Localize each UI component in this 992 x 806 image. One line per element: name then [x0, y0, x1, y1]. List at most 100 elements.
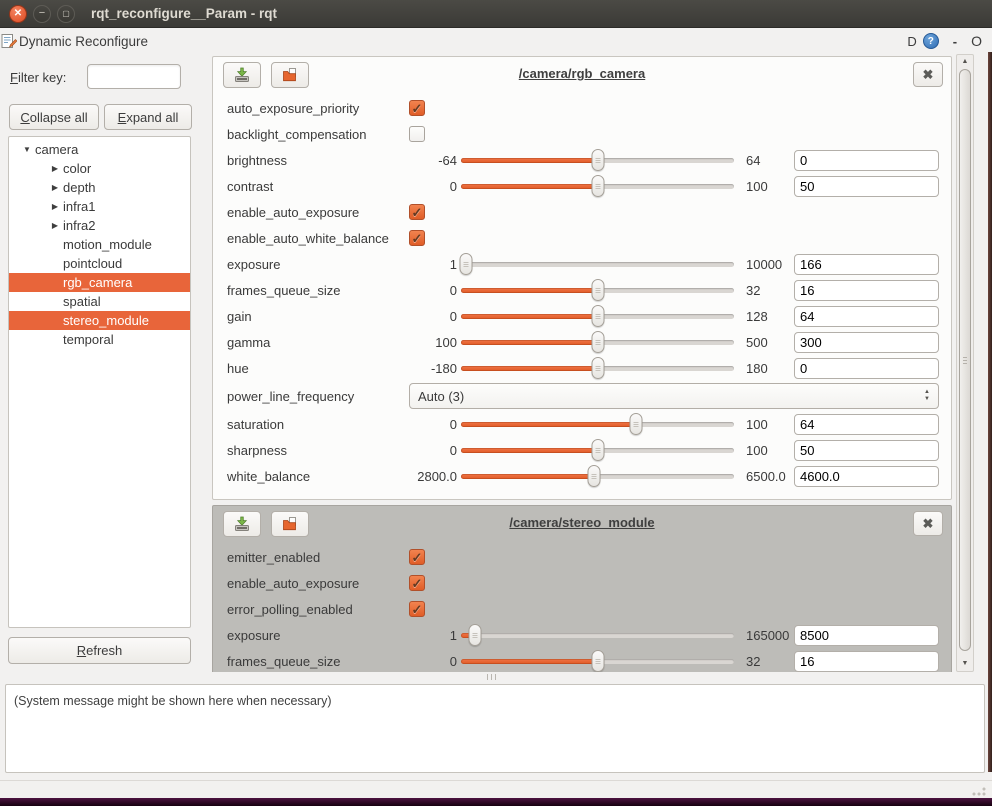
param-checkbox-enable_auto_exposure[interactable]: ✓ [409, 575, 425, 591]
slider-handle[interactable] [459, 253, 472, 275]
system-message-box[interactable]: (System message might be shown here when… [5, 684, 985, 773]
panel-close-button[interactable]: ✖ [913, 62, 943, 87]
param-slider-hue[interactable] [461, 357, 734, 379]
param-input-contrast[interactable] [794, 176, 939, 197]
tree-item-infra2[interactable]: ▶infra2 [9, 216, 190, 235]
param-slider-sharpness[interactable] [461, 439, 734, 461]
tree-collapsed-icon[interactable]: ▶ [47, 164, 63, 173]
param-checkbox-auto_exposure_priority[interactable]: ✓ [409, 100, 425, 116]
tree-collapsed-icon[interactable]: ▶ [47, 221, 63, 230]
refresh-button[interactable]: Refresh [8, 637, 191, 664]
tree-collapsed-icon[interactable]: ▶ [47, 202, 63, 211]
param-slider-white_balance[interactable] [461, 465, 734, 487]
slider-handle[interactable] [591, 175, 604, 197]
param-slider-saturation[interactable] [461, 413, 734, 435]
collapse-all-button[interactable]: Collapse all [9, 104, 99, 130]
tree-item-temporal[interactable]: temporal [9, 330, 190, 349]
vertical-scrollbar[interactable]: ▲ ▼ [956, 54, 974, 672]
slider-handle[interactable] [469, 624, 482, 646]
slider-track[interactable] [461, 633, 734, 638]
param-checkbox-backlight_compensation[interactable] [409, 126, 425, 142]
close-icon: ✖ [923, 516, 934, 532]
window-minimize-button[interactable]: − [33, 5, 51, 23]
spinner-down-icon: ▼ [924, 396, 930, 403]
param-checkbox-enable_auto_exposure[interactable]: ✓ [409, 204, 425, 220]
param-input-sharpness[interactable] [794, 440, 939, 461]
dock-button[interactable]: D [907, 34, 916, 49]
tree-item-rgb_camera[interactable]: rgb_camera [9, 273, 190, 292]
plugin-titlebar: Dynamic Reconfigure D ? - O [0, 28, 992, 54]
param-label: enable_auto_white_balance [227, 231, 409, 246]
slider-handle[interactable] [591, 650, 604, 672]
plugin-float-button[interactable]: O [971, 33, 982, 49]
slider-fill [461, 340, 598, 345]
slider-track[interactable] [461, 262, 734, 267]
tree-item-pointcloud[interactable]: pointcloud [9, 254, 190, 273]
window-title: rqt_reconfigure__Param - rqt [91, 6, 277, 21]
param-slider-frames_queue_size[interactable] [461, 650, 734, 672]
param-row-auto_exposure_priority: auto_exposure_priority✓ [213, 95, 951, 121]
param-row-enable_auto_exposure: enable_auto_exposure✓ [213, 199, 951, 225]
tree-item-label: pointcloud [63, 256, 122, 271]
slider-handle[interactable] [591, 279, 604, 301]
slider-handle[interactable] [629, 413, 642, 435]
scrollbar-up-icon[interactable]: ▲ [957, 58, 973, 65]
window-close-button[interactable]: ✕ [9, 5, 27, 23]
tree-item-stereo_module[interactable]: stereo_module [9, 311, 190, 330]
param-input-frames_queue_size[interactable] [794, 651, 939, 672]
param-input-saturation[interactable] [794, 414, 939, 435]
param-input-gamma[interactable] [794, 332, 939, 353]
param-slider-brightness[interactable] [461, 149, 734, 171]
parameter-viewport: /camera/rgb_camera✖auto_exposure_priorit… [210, 54, 954, 672]
param-input-exposure[interactable] [794, 625, 939, 646]
param-row-power_line_frequency: power_line_frequencyAuto (3)▲▼ [213, 381, 951, 411]
scrollbar-down-icon[interactable]: ▼ [957, 660, 973, 667]
slider-handle[interactable] [591, 149, 604, 171]
slider-handle[interactable] [587, 465, 600, 487]
param-checkbox-enable_auto_white_balance[interactable]: ✓ [409, 230, 425, 246]
tree-collapsed-icon[interactable]: ▶ [47, 183, 63, 192]
plugin-minimize-button[interactable]: - [953, 34, 957, 49]
param-input-frames_queue_size[interactable] [794, 280, 939, 301]
tree-item-label: camera [35, 142, 78, 157]
scrollbar-thumb[interactable] [959, 69, 971, 651]
param-input-white_balance[interactable] [794, 466, 939, 487]
slider-handle[interactable] [591, 357, 604, 379]
param-row-emitter_enabled: emitter_enabled✓ [213, 544, 951, 570]
param-input-gain[interactable] [794, 306, 939, 327]
param-slider-contrast[interactable] [461, 175, 734, 197]
tree-item-spatial[interactable]: spatial [9, 292, 190, 311]
splitter-handle[interactable] [0, 672, 992, 682]
param-slider-gain[interactable] [461, 305, 734, 327]
param-input-exposure[interactable] [794, 254, 939, 275]
resize-grip[interactable] [972, 784, 986, 796]
param-slider-gamma[interactable] [461, 331, 734, 353]
panel-close-button[interactable]: ✖ [913, 511, 943, 536]
param-row-enable_auto_exposure: enable_auto_exposure✓ [213, 570, 951, 596]
slider-handle[interactable] [591, 305, 604, 327]
param-label: backlight_compensation [227, 127, 409, 142]
param-checkbox-emitter_enabled[interactable]: ✓ [409, 549, 425, 565]
filter-key-input[interactable] [87, 64, 181, 89]
tree-item-motion_module[interactable]: motion_module [9, 235, 190, 254]
param-input-brightness[interactable] [794, 150, 939, 171]
slider-handle[interactable] [591, 331, 604, 353]
param-slider-exposure[interactable] [461, 253, 734, 275]
tree-item-infra1[interactable]: ▶infra1 [9, 197, 190, 216]
tree-item-color[interactable]: ▶color [9, 159, 190, 178]
param-slider-frames_queue_size[interactable] [461, 279, 734, 301]
param-checkbox-error_polling_enabled[interactable]: ✓ [409, 601, 425, 617]
param-slider-exposure[interactable] [461, 624, 734, 646]
param-row-gain: gain0128 [213, 303, 951, 329]
tree-item-depth[interactable]: ▶depth [9, 178, 190, 197]
help-icon[interactable]: ? [923, 33, 939, 49]
slider-min-label: 1 [409, 257, 457, 272]
param-combo-power_line_frequency[interactable]: Auto (3)▲▼ [409, 383, 939, 409]
tree-item-camera[interactable]: ▼camera [9, 140, 190, 159]
expand-all-button[interactable]: Expand all [104, 104, 192, 130]
tree-expanded-icon[interactable]: ▼ [19, 145, 35, 154]
param-input-hue[interactable] [794, 358, 939, 379]
window-maximize-button[interactable]: ▢ [57, 5, 75, 23]
spinner-icon[interactable]: ▲▼ [924, 384, 930, 408]
slider-handle[interactable] [591, 439, 604, 461]
